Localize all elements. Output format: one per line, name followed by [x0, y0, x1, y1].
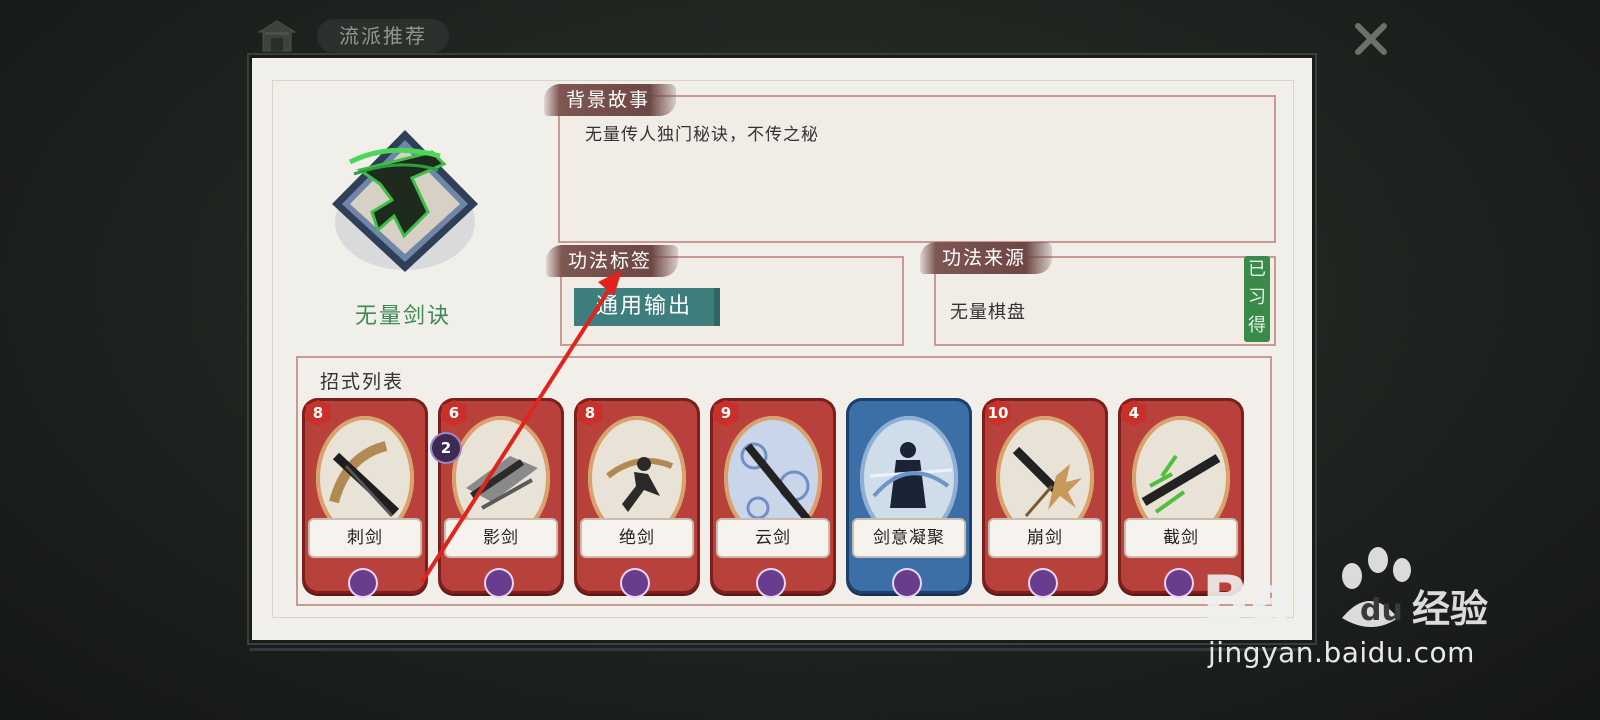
sword-type-icon [350, 570, 376, 596]
sword-type-icon [1030, 570, 1056, 596]
move-card-6[interactable]: 10 崩剑 [982, 398, 1108, 596]
technique-emblem-icon [332, 130, 478, 272]
bell-type-icon [894, 570, 920, 596]
card-name: 剑意凝聚 [854, 520, 964, 556]
learned-label: 已习得 [1248, 259, 1266, 336]
technique-tag: 通用输出 [574, 288, 714, 326]
background-story-text: 无量传人独门秘诀，不传之秘 [585, 125, 819, 145]
background-story-label: 背景故事 [544, 84, 677, 116]
tab-school-recommend[interactable]: 流派推荐 [317, 19, 449, 53]
sword-type-icon [1166, 570, 1192, 596]
technique-name: 无量剑诀 [354, 304, 451, 329]
background-story-box [558, 95, 1276, 243]
top-bar: 流派推荐 [255, 18, 449, 54]
bottom-bar [250, 648, 1310, 711]
sword-type-icon [758, 570, 784, 596]
card-name: 云剑 [718, 520, 828, 556]
baidu-jingyan-logo: Bai du 经验 [1202, 547, 1488, 635]
technique-tags-label: 功法标签 [546, 245, 679, 277]
sword-type-icon [486, 570, 512, 596]
card-name: 崩剑 [990, 520, 1100, 556]
svg-text:经验: 经验 [1412, 587, 1488, 631]
card-name: 绝剑 [582, 520, 692, 556]
close-icon[interactable] [1348, 16, 1394, 62]
card-cost: 8 [306, 400, 330, 426]
move-card-1[interactable]: 8 刺剑 [302, 398, 428, 596]
home-icon[interactable] [255, 18, 299, 54]
technique-source-text: 无量棋盘 [950, 302, 1026, 323]
sword-type-icon [622, 570, 648, 596]
watermark-url: jingyan.baidu.com [1208, 636, 1475, 669]
card-cost: 9 [714, 400, 738, 426]
move-card-5[interactable]: 剑意凝聚 [846, 398, 972, 596]
card-cost: 6 [442, 400, 466, 426]
svg-text:du: du [1360, 593, 1403, 628]
card-name: 刺剑 [310, 520, 420, 556]
card-cost: 10 [986, 400, 1010, 426]
move-card-3[interactable]: 8 绝剑 [574, 398, 700, 596]
moves-list-title: 招式列表 [320, 371, 405, 393]
svg-text:Bai: Bai [1202, 562, 1312, 635]
technique-source-label: 功法来源 [920, 242, 1053, 274]
move-card-4[interactable]: 9 云剑 [710, 398, 836, 596]
card-cost: 8 [578, 400, 602, 426]
card-count-badge: 2 [432, 434, 460, 462]
card-cost: 4 [1122, 400, 1146, 426]
card-name: 影剑 [446, 520, 556, 556]
learned-badge: 已习得 [1244, 256, 1270, 342]
move-card-2[interactable]: 6 2 影剑 [432, 398, 564, 596]
